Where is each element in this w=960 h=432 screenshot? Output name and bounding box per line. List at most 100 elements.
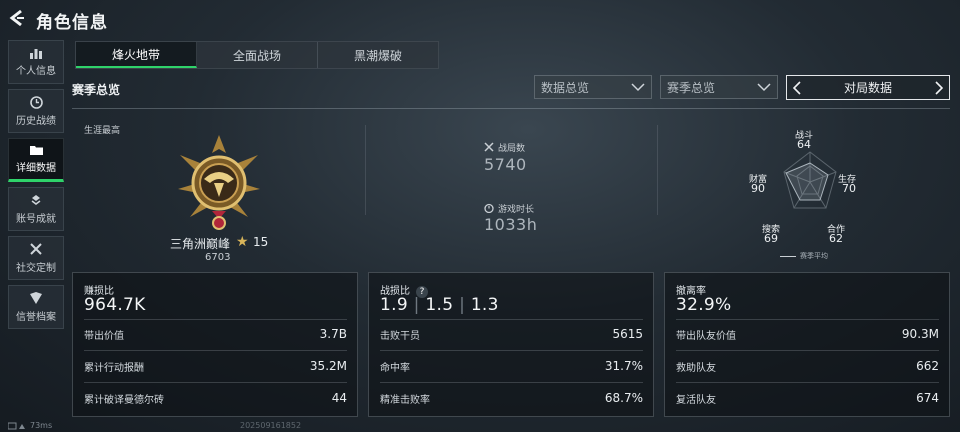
sidebar-item-label: 个人信息 xyxy=(16,66,56,77)
select-value: 数据总览 xyxy=(541,80,590,95)
separator: | xyxy=(413,295,420,315)
radar-chart xyxy=(783,151,837,209)
stat-row: 带出队友价值 90.3M xyxy=(676,326,939,342)
sidebar-item-label: 社交定制 xyxy=(16,263,56,274)
sidebar-item-history[interactable]: 历史战绩 xyxy=(8,89,64,133)
divider xyxy=(676,382,939,383)
chevron-right-icon xyxy=(935,80,943,95)
stat-label: 带出价值 xyxy=(84,330,124,342)
divider xyxy=(84,319,347,320)
radar-value-combat: 64 xyxy=(797,138,811,151)
chevron-down-icon xyxy=(631,83,645,92)
sidebar-item-label: 历史战绩 xyxy=(16,115,56,127)
star-icon: ★ xyxy=(236,234,249,250)
playtime-value: 1033h xyxy=(484,215,538,234)
sidebar-item-profile[interactable]: 个人信息 xyxy=(8,40,64,84)
stat-row: 带出价值 3.7B xyxy=(84,326,347,342)
chevron-down-icon xyxy=(757,83,771,92)
tab-operations[interactable]: 烽火地带 xyxy=(76,42,197,68)
divider xyxy=(657,125,658,215)
tools-icon xyxy=(30,243,42,255)
sidebar-item-achievements[interactable]: 账号成就 xyxy=(8,187,64,231)
stat-row: 救助队友 662 xyxy=(676,358,939,374)
tab-warfare[interactable]: 全面战场 xyxy=(197,42,318,68)
sidebar-item-label: 信誉档案 xyxy=(16,312,56,323)
clock-icon xyxy=(29,95,43,109)
stat-label: 累计破译曼德尔砖 xyxy=(84,394,164,406)
data-overview-select[interactable]: 数据总览 xyxy=(534,75,652,99)
radar-legend: 赛季平均 xyxy=(800,252,828,260)
stat-value: 35.2M xyxy=(309,359,347,373)
divider xyxy=(72,108,950,109)
page-title: 角色信息 xyxy=(36,13,108,33)
sidebar-item-label: 账号成就 xyxy=(16,213,56,225)
tab-blackout[interactable]: 黑潮爆破 xyxy=(318,42,438,68)
kd-value: 1.5 xyxy=(425,295,454,315)
legend-swatch xyxy=(780,256,796,257)
stat-row: 命中率 31.7% xyxy=(380,358,643,374)
matches-value: 5740 xyxy=(484,155,527,174)
radar-value-wealth: 90 xyxy=(751,182,765,195)
sidebar: 个人信息 历史战绩 详细数据 账号成就 社交定制 信誉档案 xyxy=(8,40,64,334)
stat-value: 68.7% xyxy=(604,391,643,405)
stopwatch-icon xyxy=(484,203,494,213)
divider xyxy=(380,382,643,383)
stat-value: 44 xyxy=(331,391,347,405)
stat-value: 90.3M xyxy=(901,327,939,341)
divider xyxy=(380,319,643,320)
stat-value: 5615 xyxy=(612,327,643,341)
battery-wifi-icon xyxy=(8,422,25,430)
radar-value-cooperation: 62 xyxy=(829,232,843,245)
stat-label: 精准击败率 xyxy=(380,394,430,406)
folder-icon xyxy=(29,146,43,155)
radar-data-area xyxy=(785,162,829,201)
stat-row: 累计破译曼德尔砖 44 xyxy=(84,390,347,406)
sidebar-item-details[interactable]: 详细数据 xyxy=(8,138,64,182)
chevron-left-icon xyxy=(793,80,801,95)
stat-value: 31.7% xyxy=(604,359,643,373)
select-value: 赛季总览 xyxy=(667,80,716,95)
achievement-icon xyxy=(31,194,41,205)
stat-label: 救助队友 xyxy=(676,362,716,374)
sidebar-item-label: 详细数据 xyxy=(16,163,56,174)
stat-row: 累计行动报酬 35.2M xyxy=(84,358,347,374)
playtime-label: 游戏时长 xyxy=(498,205,535,215)
divider xyxy=(380,350,643,351)
career-best-label: 生涯最高 xyxy=(84,126,121,136)
radar-value-search: 69 xyxy=(764,232,778,245)
season-select[interactable]: 赛季总览 xyxy=(660,75,778,99)
card-main-value: 964.7K xyxy=(84,295,146,315)
mode-tabs: 烽火地带 全面战场 黑潮爆破 xyxy=(75,41,439,69)
section-title: 赛季总览 xyxy=(72,83,121,97)
kd-value: 1.9 xyxy=(380,295,408,315)
divider xyxy=(676,350,939,351)
rank-emblem-icon xyxy=(178,135,260,230)
rank-name: 三角洲巅峰 xyxy=(170,237,231,251)
stat-value: 674 xyxy=(916,391,939,405)
extraction-card: 撤离率 32.9% 带出队友价值 90.3M 救助队友 662 复活队友 674 xyxy=(664,272,950,417)
divider xyxy=(84,382,347,383)
sidebar-item-social[interactable]: 社交定制 xyxy=(8,236,64,280)
rank-stars: 15 xyxy=(253,235,269,249)
next-arrow-button[interactable] xyxy=(929,76,949,99)
sidebar-item-reputation[interactable]: 信誉档案 xyxy=(8,285,64,329)
separator: | xyxy=(459,295,466,315)
stat-row: 精准击败率 68.7% xyxy=(380,390,643,406)
stat-row: 复活队友 674 xyxy=(676,390,939,406)
divider xyxy=(676,319,939,320)
match-data-selector: 对局数据 xyxy=(786,75,950,100)
kd-value: 1.3 xyxy=(470,295,499,315)
stat-value: 662 xyxy=(916,359,939,373)
stat-value: 3.7B xyxy=(319,327,347,341)
kd-values: 1.9 | 1.5 | 1.3 xyxy=(380,295,499,315)
back-arrow-icon[interactable] xyxy=(8,9,26,27)
profit-card: 赚损比 964.7K 带出价值 3.7B 累计行动报酬 35.2M 累计破译曼德尔砖… xyxy=(72,272,358,417)
stat-label: 复活队友 xyxy=(676,394,716,406)
radar-value-survival: 70 xyxy=(842,182,856,195)
stat-label: 累计行动报酬 xyxy=(84,362,144,374)
prev-arrow-button[interactable] xyxy=(787,76,807,99)
crossed-swords-icon xyxy=(484,142,494,152)
divider xyxy=(365,125,366,215)
matches-label: 战局数 xyxy=(498,144,526,154)
rank-points: 6703 xyxy=(205,252,231,263)
